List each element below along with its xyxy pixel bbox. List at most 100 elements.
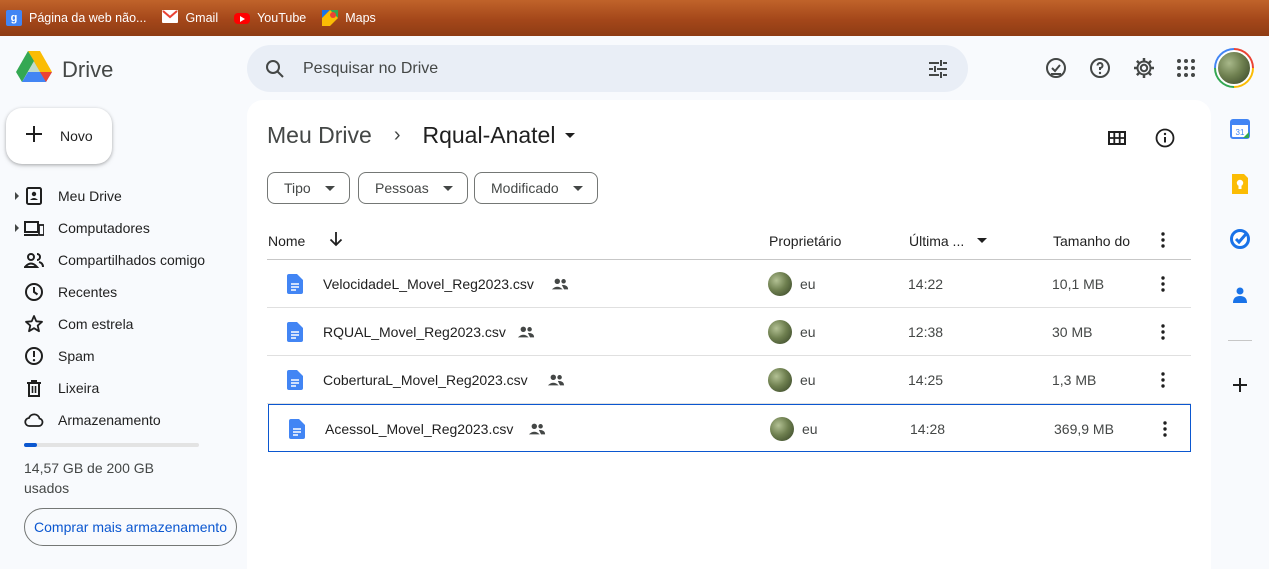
gmail-icon: [162, 10, 179, 26]
storage-progress-fill: [24, 443, 37, 447]
expand-arrow-icon[interactable]: [15, 192, 19, 200]
offline-ready-icon[interactable]: [1044, 56, 1068, 80]
more-vert-icon[interactable]: [1153, 274, 1173, 299]
apps-grid-icon[interactable]: [1174, 56, 1198, 80]
breadcrumb-current[interactable]: Rqual-Anatel: [422, 122, 555, 149]
youtube-icon: [234, 12, 251, 24]
file-owner: eu: [800, 276, 816, 292]
file-owner: eu: [800, 372, 816, 388]
owner-avatar: [768, 368, 792, 392]
breadcrumb-root[interactable]: Meu Drive: [267, 122, 372, 149]
nav-spam[interactable]: Spam: [0, 340, 240, 372]
file-row[interactable]: RQUAL_Movel_Reg2023.csv eu 12:38 30 MB: [267, 308, 1191, 356]
caret-down-icon[interactable]: [977, 238, 987, 243]
shared-people-icon: [517, 323, 535, 346]
file-modified: 12:38: [908, 324, 944, 340]
caret-down-icon: [442, 185, 453, 191]
caret-down-icon: [324, 185, 335, 191]
owner-avatar: [768, 320, 792, 344]
tasks-icon[interactable]: [1228, 227, 1252, 251]
search-input[interactable]: Pesquisar no Drive: [303, 60, 438, 78]
trash-icon: [24, 378, 44, 398]
maps-icon: [322, 10, 339, 26]
more-vert-icon[interactable]: [1153, 370, 1173, 395]
my-drive-icon: [24, 186, 44, 206]
shared-people-icon: [528, 420, 546, 443]
file-modified: 14:22: [908, 276, 944, 292]
breadcrumb: Meu Drive › Rqual-Anatel: [267, 122, 576, 149]
nav-shared-with-me[interactable]: Compartilhados comigo: [0, 244, 240, 276]
nav-trash[interactable]: Lixeira: [0, 372, 240, 404]
account-avatar[interactable]: [1214, 48, 1254, 88]
nav-computers[interactable]: Computadores: [0, 212, 240, 244]
caret-down-icon[interactable]: [565, 133, 576, 138]
owner-avatar: [770, 417, 794, 441]
bookmark-google[interactable]: g Página da web não...: [6, 6, 146, 30]
file-size: 369,9 MB: [1054, 421, 1114, 437]
file-row[interactable]: AcessoL_Movel_Reg2023.csv eu 14:28 369,9 MB: [268, 404, 1191, 452]
bookmark-youtube[interactable]: YouTube: [234, 6, 306, 30]
file-name[interactable]: CoberturaL_Movel_Reg2023.csv: [323, 372, 528, 388]
more-vert-icon[interactable]: [1155, 419, 1175, 444]
new-button[interactable]: Novo: [6, 108, 112, 164]
column-size[interactable]: Tamanho do: [1053, 233, 1130, 249]
nav-recent[interactable]: Recentes: [0, 276, 240, 308]
column-modified[interactable]: Última ...: [909, 233, 964, 249]
drive-logo-icon: [16, 51, 52, 88]
bookmark-gmail[interactable]: Gmail: [162, 6, 218, 30]
more-vert-icon[interactable]: [1153, 322, 1173, 347]
shared-people-icon: [551, 275, 569, 298]
file-owner: eu: [802, 421, 818, 437]
keep-icon[interactable]: [1228, 172, 1252, 196]
calendar-icon[interactable]: 31: [1228, 117, 1252, 141]
grid-view-icon[interactable]: [1105, 126, 1129, 150]
svg-text:31: 31: [1236, 128, 1245, 137]
search-icon[interactable]: [263, 57, 287, 86]
buy-storage-button[interactable]: Comprar mais armazenamento: [24, 508, 237, 546]
computers-icon: [24, 218, 45, 238]
chevron-right-icon: ›: [393, 124, 401, 146]
help-icon[interactable]: [1088, 56, 1112, 80]
column-owner[interactable]: Proprietário: [769, 233, 841, 249]
file-size: 30 MB: [1052, 324, 1093, 340]
contacts-icon[interactable]: [1228, 283, 1252, 307]
filter-type[interactable]: Tipo: [267, 172, 350, 204]
search-bar[interactable]: Pesquisar no Drive: [247, 45, 968, 92]
bookmark-maps[interactable]: Maps: [322, 6, 376, 30]
plus-icon: [24, 124, 44, 149]
sort-arrow-down-icon[interactable]: [327, 230, 345, 251]
document-file-icon: [287, 274, 303, 299]
drive-logo[interactable]: Drive: [16, 51, 113, 88]
file-name[interactable]: VelocidadeL_Movel_Reg2023.csv: [323, 276, 534, 292]
shared-people-icon: [547, 371, 565, 394]
file-name[interactable]: AcessoL_Movel_Reg2023.csv: [325, 421, 513, 437]
document-file-icon: [287, 370, 303, 395]
nav-storage[interactable]: Armazenamento: [0, 404, 240, 436]
bookmarks-bar: g Página da web não... Gmail YouTube Map…: [0, 0, 1269, 36]
spam-icon: [24, 346, 44, 366]
file-modified: 14:28: [910, 421, 946, 437]
add-addon-plus-icon[interactable]: [1228, 373, 1252, 397]
filter-people[interactable]: Pessoas: [358, 172, 468, 204]
expand-arrow-icon[interactable]: [15, 224, 19, 232]
nav-starred[interactable]: Com estrela: [0, 308, 240, 340]
storage-progress-bar: [24, 443, 199, 447]
owner-avatar: [768, 272, 792, 296]
caret-down-icon: [572, 185, 583, 191]
shared-people-icon: [22, 250, 44, 270]
more-vert-icon[interactable]: [1153, 230, 1173, 253]
google-g-icon: g: [6, 10, 22, 26]
nav-my-drive[interactable]: Meu Drive: [0, 180, 240, 212]
info-icon[interactable]: [1153, 126, 1177, 150]
document-file-icon: [287, 322, 303, 347]
main-content: Meu Drive › Rqual-Anatel Tipo Pessoas Mo…: [247, 100, 1211, 569]
search-options-icon[interactable]: [926, 57, 950, 86]
settings-gear-icon[interactable]: [1132, 56, 1156, 80]
column-name[interactable]: Nome: [268, 233, 305, 249]
filter-modified[interactable]: Modificado: [474, 172, 598, 204]
storage-usage-text: 14,57 GB de 200 GB usados: [24, 460, 154, 496]
file-name[interactable]: RQUAL_Movel_Reg2023.csv: [323, 324, 506, 340]
file-owner: eu: [800, 324, 816, 340]
file-row[interactable]: VelocidadeL_Movel_Reg2023.csv eu 14:22 10,1…: [267, 260, 1191, 308]
file-row[interactable]: CoberturaL_Movel_Reg2023.csv eu 14:25 1,3 M…: [267, 356, 1191, 404]
